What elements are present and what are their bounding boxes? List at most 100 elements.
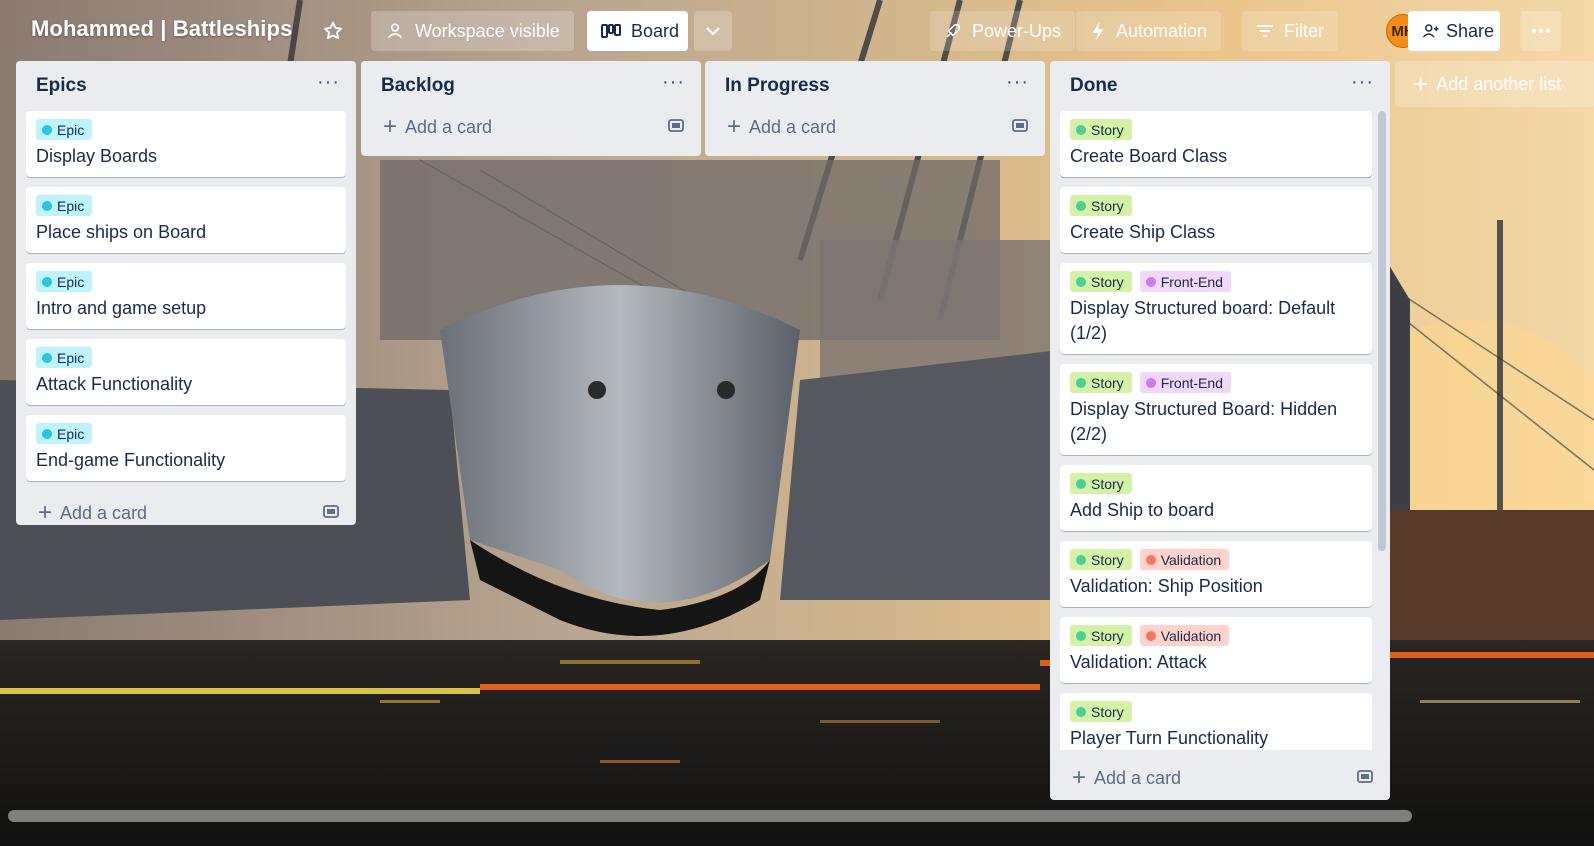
add-another-list-button[interactable]: + Add another list xyxy=(1395,61,1594,107)
card-scroll-area[interactable]: Story Create Board Class Story Create Ship … xyxy=(1060,111,1384,750)
card-label-story[interactable]: Story xyxy=(1070,119,1132,140)
card-labels: Story xyxy=(1070,119,1362,140)
card[interactable]: Story Front-End Display Structured Board: … xyxy=(1060,364,1372,455)
list-title[interactable]: Backlog xyxy=(381,75,455,97)
card[interactable]: Story Create Board Class xyxy=(1060,111,1372,177)
card-label-story[interactable]: Story xyxy=(1070,701,1132,722)
list-epics: Epics ··· Epic Display Boards Epic Place sh… xyxy=(16,61,356,525)
add-card-button[interactable]: + Add a card xyxy=(371,105,691,149)
share-button[interactable]: Share xyxy=(1408,11,1500,51)
card-title: Place ships on Board xyxy=(36,222,207,242)
card[interactable]: Story Create Ship Class xyxy=(1060,187,1372,253)
label-dot-icon xyxy=(1145,276,1156,287)
star-button[interactable] xyxy=(318,16,348,46)
card[interactable]: Story Add Ship to board xyxy=(1060,465,1372,531)
card-label-story[interactable]: Story xyxy=(1070,372,1132,393)
power-ups-button[interactable]: Power-Ups xyxy=(930,11,1076,51)
card-label-text: Validation xyxy=(1160,627,1222,644)
card-label-story[interactable]: Story xyxy=(1070,195,1132,216)
card-label-story[interactable]: Story xyxy=(1070,549,1132,570)
list-scrollbar[interactable] xyxy=(1378,111,1386,551)
card-title: Intro and game setup xyxy=(36,298,207,318)
list-menu-icon[interactable]: ··· xyxy=(1006,72,1029,95)
card-label-validation[interactable]: Validation xyxy=(1139,549,1230,570)
card-title: Validation: Ship Position xyxy=(1070,576,1263,596)
card[interactable]: Epic Place ships on Board xyxy=(26,187,346,253)
plus-icon: + xyxy=(1072,764,1087,791)
card-labels: Story Front-End xyxy=(1070,271,1362,292)
card-label-epic[interactable]: Epic xyxy=(36,195,93,216)
card[interactable]: Story Validation Validation: Ship Position xyxy=(1060,541,1372,607)
plus-icon: + xyxy=(383,113,398,140)
filter-button[interactable]: Filter xyxy=(1242,11,1338,51)
add-card-label: Add a card xyxy=(1094,767,1182,788)
template-icon[interactable] xyxy=(1356,768,1374,789)
add-card-label: Add a card xyxy=(60,502,148,523)
filter-label: Filter xyxy=(1284,20,1324,41)
add-card-label: Add a card xyxy=(405,116,493,137)
workspace-visible-button[interactable]: Workspace visible xyxy=(371,11,574,51)
card-label-frontend[interactable]: Front-End xyxy=(1139,271,1231,292)
card-label-text: Epic xyxy=(57,197,85,214)
plus-icon: + xyxy=(38,499,53,526)
card-label-story[interactable]: Story xyxy=(1070,625,1132,646)
card[interactable]: Epic Display Boards xyxy=(26,111,346,177)
card[interactable]: Epic Attack Functionality xyxy=(26,339,346,405)
card-label-frontend[interactable]: Front-End xyxy=(1139,372,1231,393)
label-dot-icon xyxy=(1145,554,1156,565)
card-title: Add Ship to board xyxy=(1070,500,1215,520)
card-label-story[interactable]: Story xyxy=(1070,473,1132,494)
label-dot-icon xyxy=(42,352,52,363)
card-label-validation[interactable]: Validation xyxy=(1139,625,1230,646)
template-icon[interactable] xyxy=(667,117,685,138)
board-horizontal-scrollbar[interactable] xyxy=(8,810,1412,822)
card-label-text: Story xyxy=(1091,121,1124,138)
people-icon xyxy=(385,21,405,41)
card-label-epic[interactable]: Epic xyxy=(36,347,93,368)
card-label-text: Front-End xyxy=(1160,374,1223,391)
list-header: Epics ··· xyxy=(26,61,346,111)
card-label-epic[interactable]: Epic xyxy=(36,423,93,444)
views-dropdown-button[interactable] xyxy=(694,11,732,51)
card-title: Validation: Attack xyxy=(1070,652,1207,672)
list-title[interactable]: Done xyxy=(1070,75,1118,97)
list-menu-icon[interactable]: ··· xyxy=(317,72,340,95)
label-dot-icon xyxy=(1076,124,1086,135)
list-title[interactable]: Epics xyxy=(36,75,87,97)
card[interactable]: Story Validation Validation: Attack xyxy=(1060,617,1372,683)
automation-button[interactable]: Automation xyxy=(1076,11,1222,51)
list-menu-icon[interactable]: ··· xyxy=(1351,72,1374,95)
list-menu-icon[interactable]: ··· xyxy=(662,72,685,95)
board-view-button[interactable]: Board xyxy=(587,11,688,51)
add-card-button[interactable]: + Add a card xyxy=(715,105,1035,149)
card-label-text: Story xyxy=(1091,627,1124,644)
card-label-text: Epic xyxy=(57,349,85,366)
card-label-story[interactable]: Story xyxy=(1070,271,1132,292)
card-label-text: Validation xyxy=(1160,551,1222,568)
card-labels: Epic xyxy=(36,119,336,140)
card-label-text: Story xyxy=(1091,374,1124,391)
label-dot-icon xyxy=(42,200,52,211)
list-title[interactable]: In Progress xyxy=(725,75,830,97)
lightning-icon xyxy=(1090,21,1106,41)
template-icon[interactable] xyxy=(322,503,340,524)
label-dot-icon xyxy=(1076,377,1086,388)
add-card-button[interactable]: + Add a card xyxy=(26,491,346,535)
board-title[interactable]: Mohammed | Battleships xyxy=(31,16,292,42)
card-labels: Epic xyxy=(36,195,336,216)
card-label-epic[interactable]: Epic xyxy=(36,119,93,140)
card[interactable]: Epic End-game Functionality xyxy=(26,415,346,481)
card[interactable]: Story Player Turn Functionality xyxy=(1060,693,1372,750)
add-list-label: Add another list xyxy=(1436,73,1562,94)
card-label-text: Story xyxy=(1091,703,1124,720)
label-dot-icon xyxy=(1076,706,1086,717)
card-label-epic[interactable]: Epic xyxy=(36,271,93,292)
card[interactable]: Epic Intro and game setup xyxy=(26,263,346,329)
template-icon[interactable] xyxy=(1011,117,1029,138)
share-label: Share xyxy=(1446,20,1495,41)
card-labels: Epic xyxy=(36,423,336,444)
add-card-button[interactable]: + Add a card xyxy=(1060,756,1380,800)
card[interactable]: Story Front-End Display Structured board: … xyxy=(1060,263,1372,354)
label-dot-icon xyxy=(42,276,52,287)
board-menu-button[interactable] xyxy=(1521,11,1561,51)
